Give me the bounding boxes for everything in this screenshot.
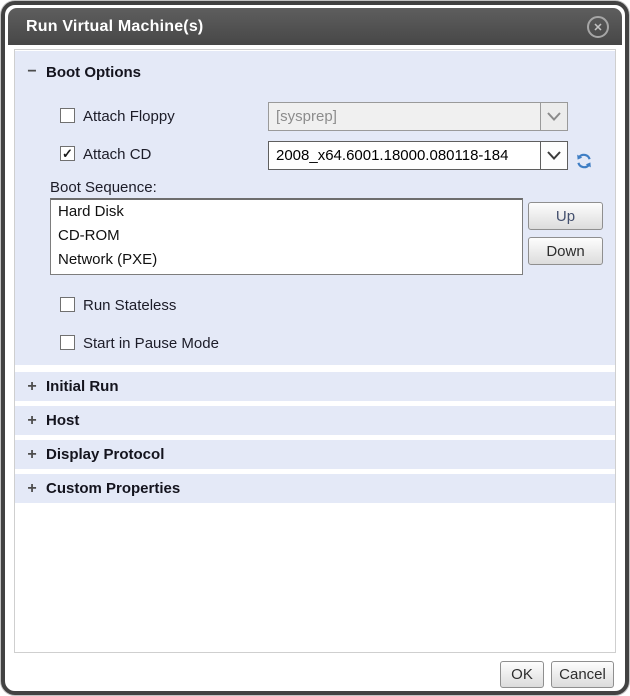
attach-cd-label: Attach CD <box>83 146 151 163</box>
collapse-icon[interactable]: − <box>25 65 39 79</box>
dialog-window: Run Virtual Machine(s) ✕ − Boot Options … <box>1 1 629 695</box>
list-item[interactable]: Hard Disk <box>51 200 522 224</box>
attach-cd-checkbox[interactable]: ✓ <box>60 146 75 161</box>
custom-properties-title: Custom Properties <box>46 480 180 497</box>
section-host[interactable]: + Host <box>15 406 615 435</box>
floppy-image-value: [sysprep] <box>269 103 540 130</box>
down-button[interactable]: Down <box>528 237 603 265</box>
refresh-icon[interactable] <box>575 152 593 170</box>
expand-icon[interactable]: + <box>25 380 39 394</box>
run-stateless-label: Run Stateless <box>83 297 176 314</box>
start-in-pause-label: Start in Pause Mode <box>83 335 219 352</box>
dialog-titlebar: Run Virtual Machine(s) ✕ <box>8 8 622 45</box>
dialog-content: − Boot Options Attach Floppy [sysprep] ✓… <box>14 49 616 653</box>
expand-icon[interactable]: + <box>25 414 39 428</box>
ok-button[interactable]: OK <box>500 661 544 688</box>
run-stateless-checkbox[interactable] <box>60 297 75 312</box>
start-in-pause-checkbox[interactable] <box>60 335 75 350</box>
cancel-button[interactable]: Cancel <box>551 661 614 688</box>
list-item[interactable]: CD-ROM <box>51 224 522 248</box>
up-button[interactable]: Up <box>528 202 603 230</box>
cd-image-dropdown[interactable]: 2008_x64.6001.18000.080118-184 <box>268 141 568 170</box>
boot-sequence-listbox[interactable]: Hard Disk CD-ROM Network (PXE) <box>50 198 523 275</box>
section-boot-options: − Boot Options Attach Floppy [sysprep] ✓… <box>15 51 615 365</box>
boot-sequence-label: Boot Sequence: <box>50 179 157 196</box>
boot-options-header[interactable]: − Boot Options <box>15 61 141 83</box>
initial-run-title: Initial Run <box>46 378 119 395</box>
attach-floppy-checkbox[interactable] <box>60 108 75 123</box>
section-custom-properties[interactable]: + Custom Properties <box>15 474 615 503</box>
display-protocol-title: Display Protocol <box>46 446 164 463</box>
section-initial-run[interactable]: + Initial Run <box>15 372 615 401</box>
expand-icon[interactable]: + <box>25 482 39 496</box>
chevron-down-icon <box>540 103 567 130</box>
attach-floppy-label: Attach Floppy <box>83 108 175 125</box>
expand-icon[interactable]: + <box>25 448 39 462</box>
chevron-down-icon[interactable] <box>540 142 567 169</box>
host-title: Host <box>46 412 79 429</box>
list-item[interactable]: Network (PXE) <box>51 248 522 272</box>
run-vm-dialog: Run Virtual Machine(s) ✕ − Boot Options … <box>0 0 630 696</box>
floppy-image-dropdown: [sysprep] <box>268 102 568 131</box>
dialog-title: Run Virtual Machine(s) <box>26 18 203 36</box>
section-display-protocol[interactable]: + Display Protocol <box>15 440 615 469</box>
boot-options-title: Boot Options <box>46 64 141 81</box>
close-icon[interactable]: ✕ <box>587 16 609 38</box>
cd-image-value: 2008_x64.6001.18000.080118-184 <box>269 142 540 169</box>
checkmark-icon: ✓ <box>62 147 73 160</box>
